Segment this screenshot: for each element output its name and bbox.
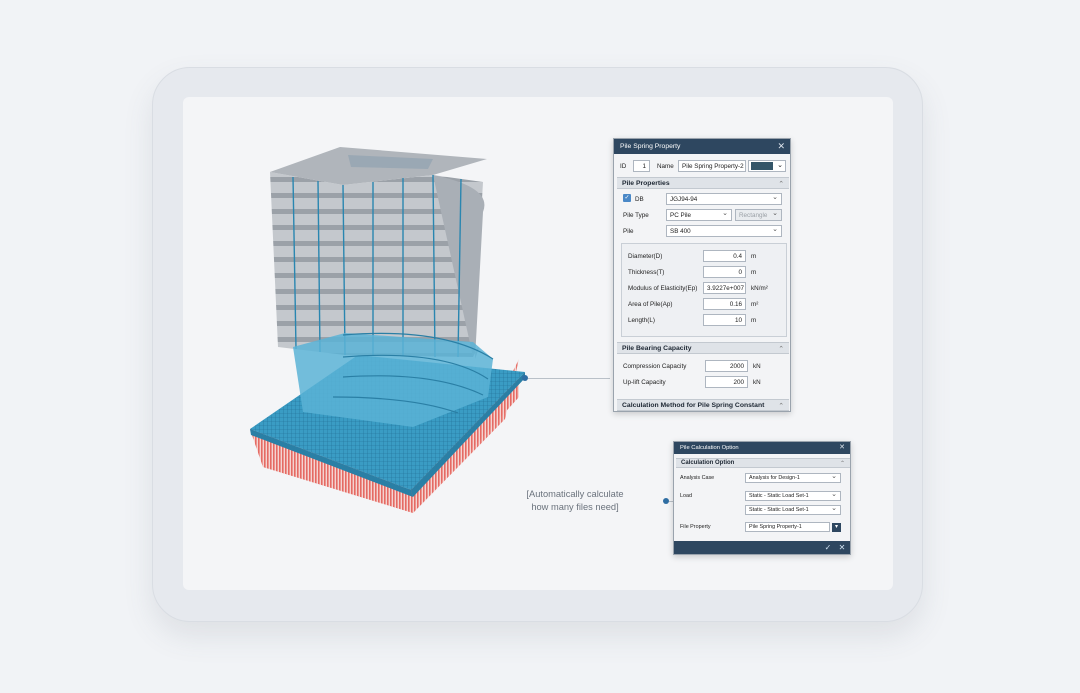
param-label-thickness: Thickness(T) — [628, 269, 665, 276]
calc-dialog-button-bar: ✓ ✕ — [674, 541, 850, 554]
compression-capacity-unit: kN — [753, 363, 761, 370]
id-label: ID — [620, 163, 627, 170]
param-label-area: Area of Pile(Ap) — [628, 301, 673, 308]
dialog-title: Pile Spring Property — [620, 143, 681, 150]
confirm-check-icon[interactable]: ✓ — [822, 542, 834, 553]
uplift-capacity-unit: kN — [753, 379, 761, 386]
calc-dialog-title-bar: Pile Calculation Option ✕ — [674, 442, 850, 454]
bearing-capacity-header[interactable]: Pile Bearing Capacity — [617, 342, 789, 355]
analysis-case-label: Analysis Case — [680, 475, 715, 481]
color-swatch — [751, 162, 773, 170]
compression-capacity-label: Compression Capacity — [623, 363, 687, 370]
file-property-dropdown-button[interactable]: ▾ — [832, 523, 841, 532]
db-checkbox[interactable]: ✓ — [623, 194, 631, 202]
compression-capacity-field[interactable]: 2000 — [705, 360, 748, 372]
param-field-length[interactable]: 10 — [703, 314, 746, 326]
chevron-down-icon: ⌄ — [777, 162, 783, 169]
annotation-text: [Automatically calculate how many files … — [515, 488, 635, 514]
param-unit-modulus: kN/m² — [751, 285, 768, 292]
connector-line-1 — [528, 378, 610, 379]
pile-properties-header[interactable]: Pile Properties — [617, 177, 789, 190]
annotation-line-1: [Automatically calculate — [526, 489, 624, 499]
calc-method-header[interactable]: Calculation Method for Pile Spring Const… — [617, 399, 789, 412]
annotation-line-2: how many files need] — [531, 502, 619, 512]
analysis-case-select[interactable]: Analysis for Design-1 — [745, 473, 841, 483]
calc-dialog-title: Pile Calculation Option — [680, 445, 739, 451]
param-unit-area: m² — [751, 301, 759, 308]
db-label: DB — [635, 196, 644, 203]
uplift-capacity-field[interactable]: 200 — [705, 376, 748, 388]
param-field-thickness[interactable]: 0 — [703, 266, 746, 278]
load-select-1[interactable]: Static - Static Load Set-1 — [745, 491, 841, 501]
param-unit-thickness: m — [751, 269, 757, 276]
close-icon[interactable]: ✕ — [777, 139, 785, 154]
param-field-modulus[interactable]: 3.9227e+007 — [703, 282, 746, 294]
pile-calculation-option-dialog: Pile Calculation Option ✕ Calculation Op… — [673, 441, 851, 555]
close-icon[interactable]: ✕ — [839, 442, 845, 454]
file-property-label: File Property — [680, 524, 711, 530]
file-property-field[interactable]: Pile Spring Property-1 — [745, 522, 830, 532]
pile-type-label: Pile Type — [623, 212, 649, 219]
name-field[interactable]: Pile Spring Property-2 — [678, 160, 746, 172]
color-picker[interactable]: ⌄ — [748, 160, 786, 172]
pile-label: Pile — [623, 228, 634, 235]
pile-shape-select: Rectangle — [735, 209, 782, 221]
pile-type-select[interactable]: PC Pile — [666, 209, 732, 221]
db-select[interactable]: JGJ94-94 — [666, 193, 782, 205]
param-label-modulus: Modulus of Elasticity(Ep) — [628, 285, 698, 292]
load-select-2[interactable]: Static - Static Load Set-1 — [745, 505, 841, 515]
param-unit-diameter: m — [751, 253, 757, 260]
calc-option-header[interactable]: Calculation Option — [676, 458, 850, 469]
name-label: Name — [657, 163, 674, 170]
pile-select[interactable]: SB 400 — [666, 225, 782, 237]
param-field-diameter[interactable]: 0.4 — [703, 250, 746, 262]
tower-left-face — [270, 172, 345, 355]
pile-spring-property-dialog: Pile Spring Property ✕ ID 1 Name Pile Sp… — [613, 138, 791, 412]
param-label-diameter: Diameter(D) — [628, 253, 663, 260]
load-label: Load — [680, 493, 692, 499]
param-label-length: Length(L) — [628, 317, 655, 324]
dialog-title-bar: Pile Spring Property ✕ — [614, 139, 790, 154]
param-unit-length: m — [751, 317, 757, 324]
id-field[interactable]: 1 — [633, 160, 650, 172]
cancel-close-icon[interactable]: ✕ — [836, 542, 848, 553]
uplift-capacity-label: Up-lift Capacity — [623, 379, 666, 386]
param-field-area[interactable]: 0.16 — [703, 298, 746, 310]
